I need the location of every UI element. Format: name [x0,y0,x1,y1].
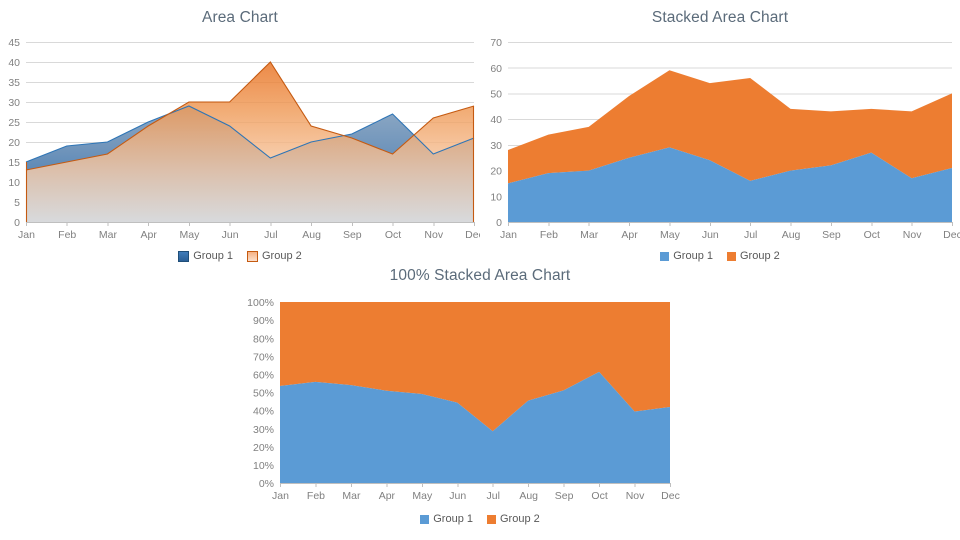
y-axis-tick-label: 70 [490,37,502,49]
x-axis-tick-label: Sep [343,229,362,241]
x-axis-tick-label: Dec [661,490,680,502]
x-axis-tick-label: May [412,490,433,502]
y-axis-tick-label: 30% [253,424,274,436]
y-axis-tick-label: 0 [496,217,502,229]
x-axis-tick-label: Oct [864,229,880,241]
pct-stacked-area-chart-plot: 0% 10% 20% 30% 40% 50% 60% 70% 80% 90% 100% Jan Feb M… [230,288,730,513]
area-chart-svg: 0 5 10 15 20 25 30 35 40 45 Jan Feb Mar Apr May Jun Jul A… [8,37,480,241]
x-axis-tick-label: Jun [222,229,239,241]
x-axis-tick-label: Mar [342,490,361,502]
y-axis-tick-label: 45 [8,37,20,49]
x-axis-tick-label: Apr [379,490,396,502]
x-axis-tick-label: Jul [744,229,757,241]
y-axis-tick-label: 50 [490,89,502,101]
x-axis-tick-label: Mar [99,229,118,241]
legend-item[interactable]: Group 1 [420,513,473,525]
y-axis-tick-label: 40 [8,57,20,69]
y-axis-tick-label: 35 [8,77,20,89]
x-axis-tick-label: Aug [782,229,801,241]
y-axis-tick-label: 40 [490,114,502,126]
stacked-area-chart-panel: Stacked Area Chart 0 10 20 30 40 50 60 70 Jan Feb… [480,0,960,280]
x-axis-tick-label: Feb [58,229,76,241]
x-axis-tick-label: Feb [307,490,325,502]
y-axis-tick-label: 15 [8,157,20,169]
y-axis-tick-label: 25 [8,117,20,129]
y-axis-tick-label: 60 [490,63,502,75]
x-axis-tick-label: Jun [702,229,719,241]
y-axis-tick-label: 100% [247,297,274,309]
y-axis-tick-label: 80% [253,333,274,345]
gradient-blue-swatch [178,250,190,262]
y-axis-tick-label: 90% [253,315,274,327]
x-axis-tick-label: Nov [903,229,922,241]
x-axis-tick-label: Aug [302,229,321,241]
area-chart-title: Area Chart [202,9,278,26]
y-axis-tick-label: 50% [253,388,274,400]
x-axis-tick-label: May [179,229,200,241]
y-axis-tick-label: 5 [14,197,20,209]
x-axis-tick-label: Jan [500,229,517,241]
area-chart-plot: 0 5 10 15 20 25 30 35 40 45 Jan Feb Mar Apr May Jun Jul A… [0,30,480,250]
x-axis-tick-label: Sep [822,229,841,241]
y-axis-tick-label: 40% [253,406,274,418]
y-axis-tick-label: 10 [490,191,502,203]
y-axis-tick-label: 0 [14,217,20,229]
x-axis-tick-label: Apr [141,229,158,241]
x-axis-tick-label: Oct [385,229,401,241]
y-axis-tick-label: 60% [253,370,274,382]
pct-stacked-area-chart-svg: 0% 10% 20% 30% 40% 50% 60% 70% 80% 90% 100% Jan Feb M… [247,297,680,502]
x-axis-tick-label: May [660,229,681,241]
y-axis-tick-label: 10 [8,177,20,189]
y-axis-tick-label: 0% [259,478,274,490]
x-axis-tick-label: Oct [591,490,607,502]
x-axis-tick-label: Nov [424,229,443,241]
pct-stacked-area-chart-legend: Group 1 Group 2 [230,513,730,525]
x-axis-tick-label: Apr [621,229,638,241]
y-axis-tick-label: 20 [490,166,502,178]
stacked-area-chart-title: Stacked Area Chart [651,9,789,26]
y-axis-tick-label: 10% [253,460,274,472]
y-axis-tick-label: 20% [253,442,274,454]
legend-item-label: Group 1 [193,250,233,262]
x-axis-tick-label: Jun [449,490,466,502]
y-axis-tick-label: 70% [253,351,274,363]
x-axis-tick-label: Jul [264,229,277,241]
flat-blue-swatch [420,514,430,524]
legend-item[interactable]: Group 2 [487,513,540,525]
y-axis-tick-label: 30 [8,97,20,109]
x-axis-tick-label: Mar [580,229,599,241]
legend-item-label: Group 2 [740,250,780,262]
pct-stacked-area-chart-panel: 100% Stacked Area Chart 0% 10% 20% 30% 40% 50… [230,258,730,540]
x-axis-tick-label: Dec [943,229,960,241]
x-axis-tick-label: Nov [626,490,645,502]
x-axis-tick-label: Jan [272,490,289,502]
y-axis-tick-label: 20 [8,137,20,149]
legend-item[interactable]: Group 1 [178,250,233,262]
stacked-area-chart-svg: 0 10 20 30 40 50 60 70 Jan Feb Mar Apr May Jun Jul Aug S… [490,37,960,241]
x-axis-tick-label: Jan [18,229,35,241]
flat-orange-swatch [487,514,496,524]
stacked-area-chart-plot: 0 10 20 30 40 50 60 70 Jan Feb Mar Apr May Jun Jul Aug S… [480,30,960,250]
x-axis-tick-label: Aug [519,490,538,502]
pct-stacked-area-chart-title: 100% Stacked Area Chart [389,267,571,284]
legend-item[interactable]: Group 2 [727,250,780,262]
legend-item-label: Group 2 [500,513,540,525]
x-axis-tick-label: Sep [555,490,574,502]
area-chart-panel: Area Chart 0 5 10 15 20 25 30 35 40 45 Jan Feb Mar Ap… [0,0,480,280]
x-axis-tick-label: Jul [487,490,500,502]
x-axis-tick-label: Feb [540,229,558,241]
x-axis-tick-label: Dec [465,229,480,241]
legend-item-label: Group 1 [433,513,473,525]
y-axis-tick-label: 30 [490,140,502,152]
